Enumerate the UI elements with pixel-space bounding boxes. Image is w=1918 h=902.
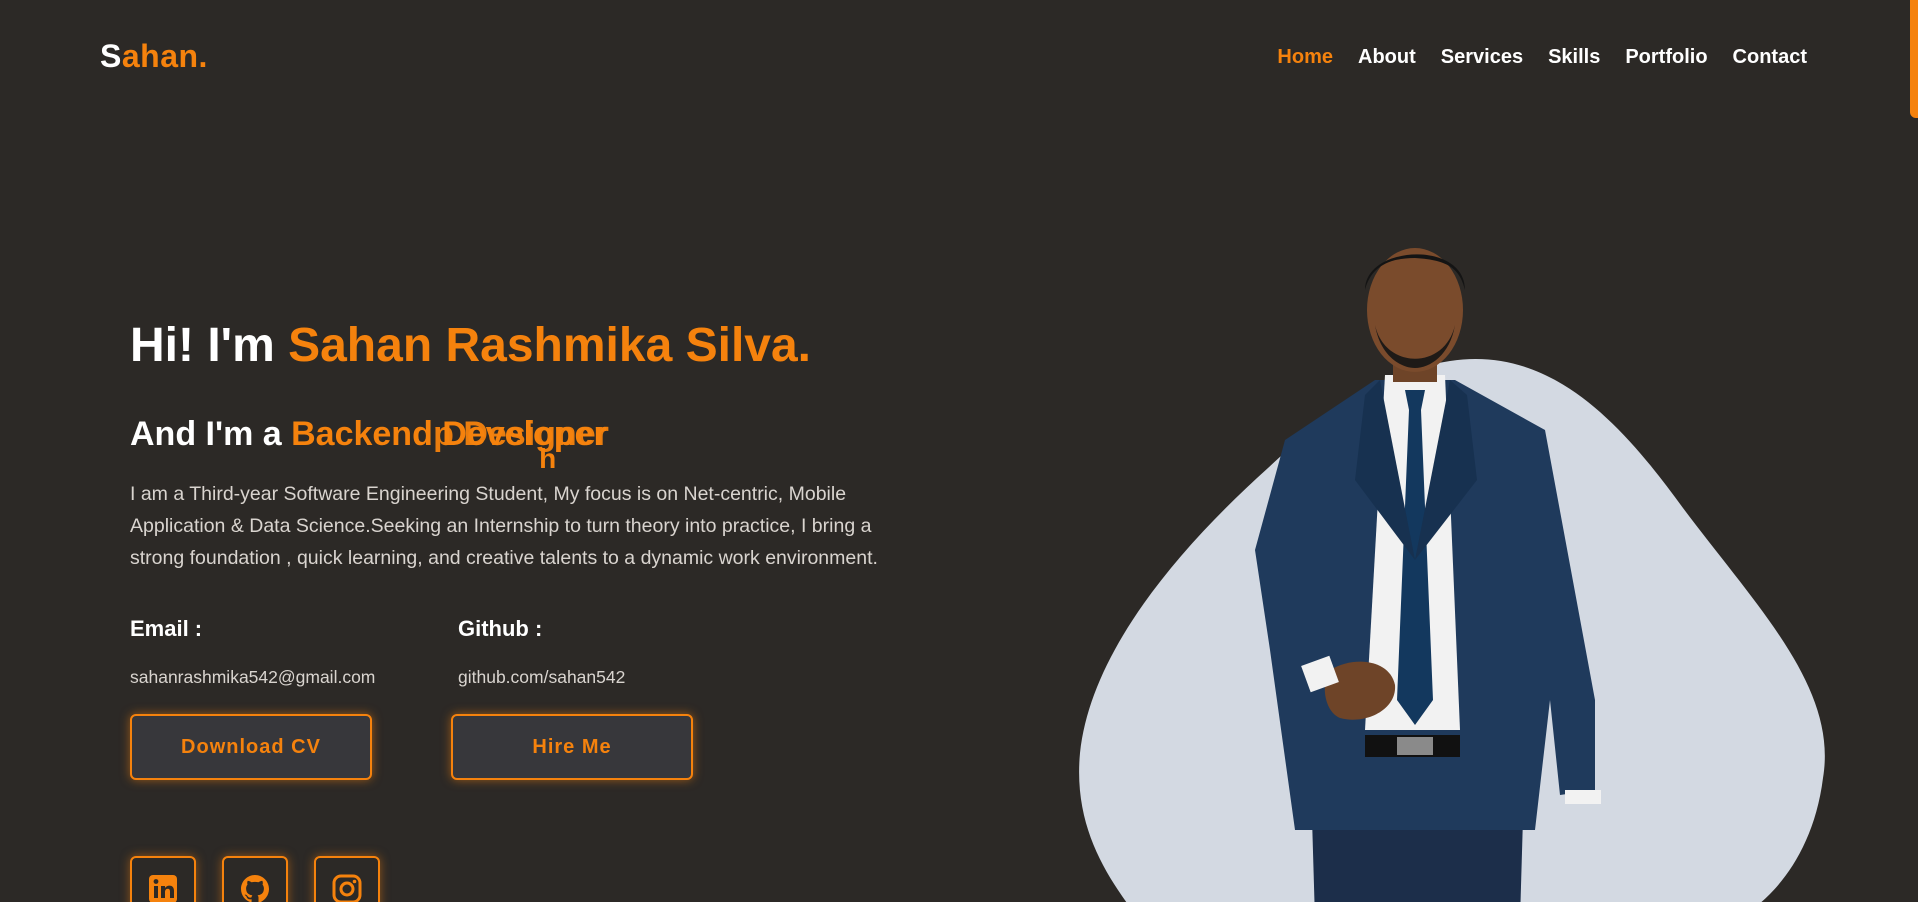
- logo-rest: ahan.: [121, 38, 208, 74]
- github-link[interactable]: [222, 856, 288, 902]
- profile-photo: [1255, 248, 1601, 902]
- site-logo[interactable]: Sahan.: [100, 38, 208, 75]
- scrollbar-thumb[interactable]: [1910, 0, 1918, 118]
- github-icon: [241, 875, 269, 902]
- role-typing-text: Backend Developer p Designer h: [291, 415, 609, 474]
- role-overlay-word: Designer: [463, 415, 609, 453]
- github-label: Github :: [458, 616, 543, 641]
- email-value[interactable]: sahanrashmika542@gmail.com: [130, 667, 375, 688]
- nav-contact[interactable]: Contact: [1733, 46, 1807, 69]
- role-prefix: And I'm a: [130, 415, 292, 453]
- nav-about[interactable]: About: [1358, 46, 1416, 69]
- hero-greeting: Hi! I'm: [130, 319, 289, 372]
- role-fragment: p: [433, 415, 454, 453]
- nav-services[interactable]: Services: [1441, 46, 1523, 69]
- hire-me-button[interactable]: Hire Me: [451, 714, 693, 780]
- github-value[interactable]: github.com/sahan542: [458, 667, 625, 688]
- role-drop-letter: h: [539, 443, 557, 474]
- logo-initial: S: [100, 38, 122, 74]
- nav-home[interactable]: Home: [1277, 46, 1333, 69]
- nav-portfolio[interactable]: Portfolio: [1625, 46, 1707, 69]
- linkedin-icon: [149, 875, 177, 902]
- role-overlay: p Designer: [433, 415, 609, 454]
- instagram-link[interactable]: [314, 856, 380, 902]
- linkedin-link[interactable]: [130, 856, 196, 902]
- instagram-icon: [332, 874, 362, 902]
- hero-bio: I am a Third-year Software Engineering S…: [130, 483, 878, 569]
- hero-title: Hi! I'm Sahan Rashmika Silva.: [130, 318, 811, 373]
- hero-name: Sahan Rashmika Silva.: [288, 319, 812, 372]
- main-nav: Home About Services Skills Portfolio Con…: [1277, 46, 1807, 69]
- nav-skills[interactable]: Skills: [1548, 46, 1600, 69]
- email-label: Email :: [130, 616, 203, 641]
- download-cv-button[interactable]: Download CV: [130, 714, 372, 780]
- hero-role-line: And I'm a Backend Developer p Designer h: [130, 415, 609, 474]
